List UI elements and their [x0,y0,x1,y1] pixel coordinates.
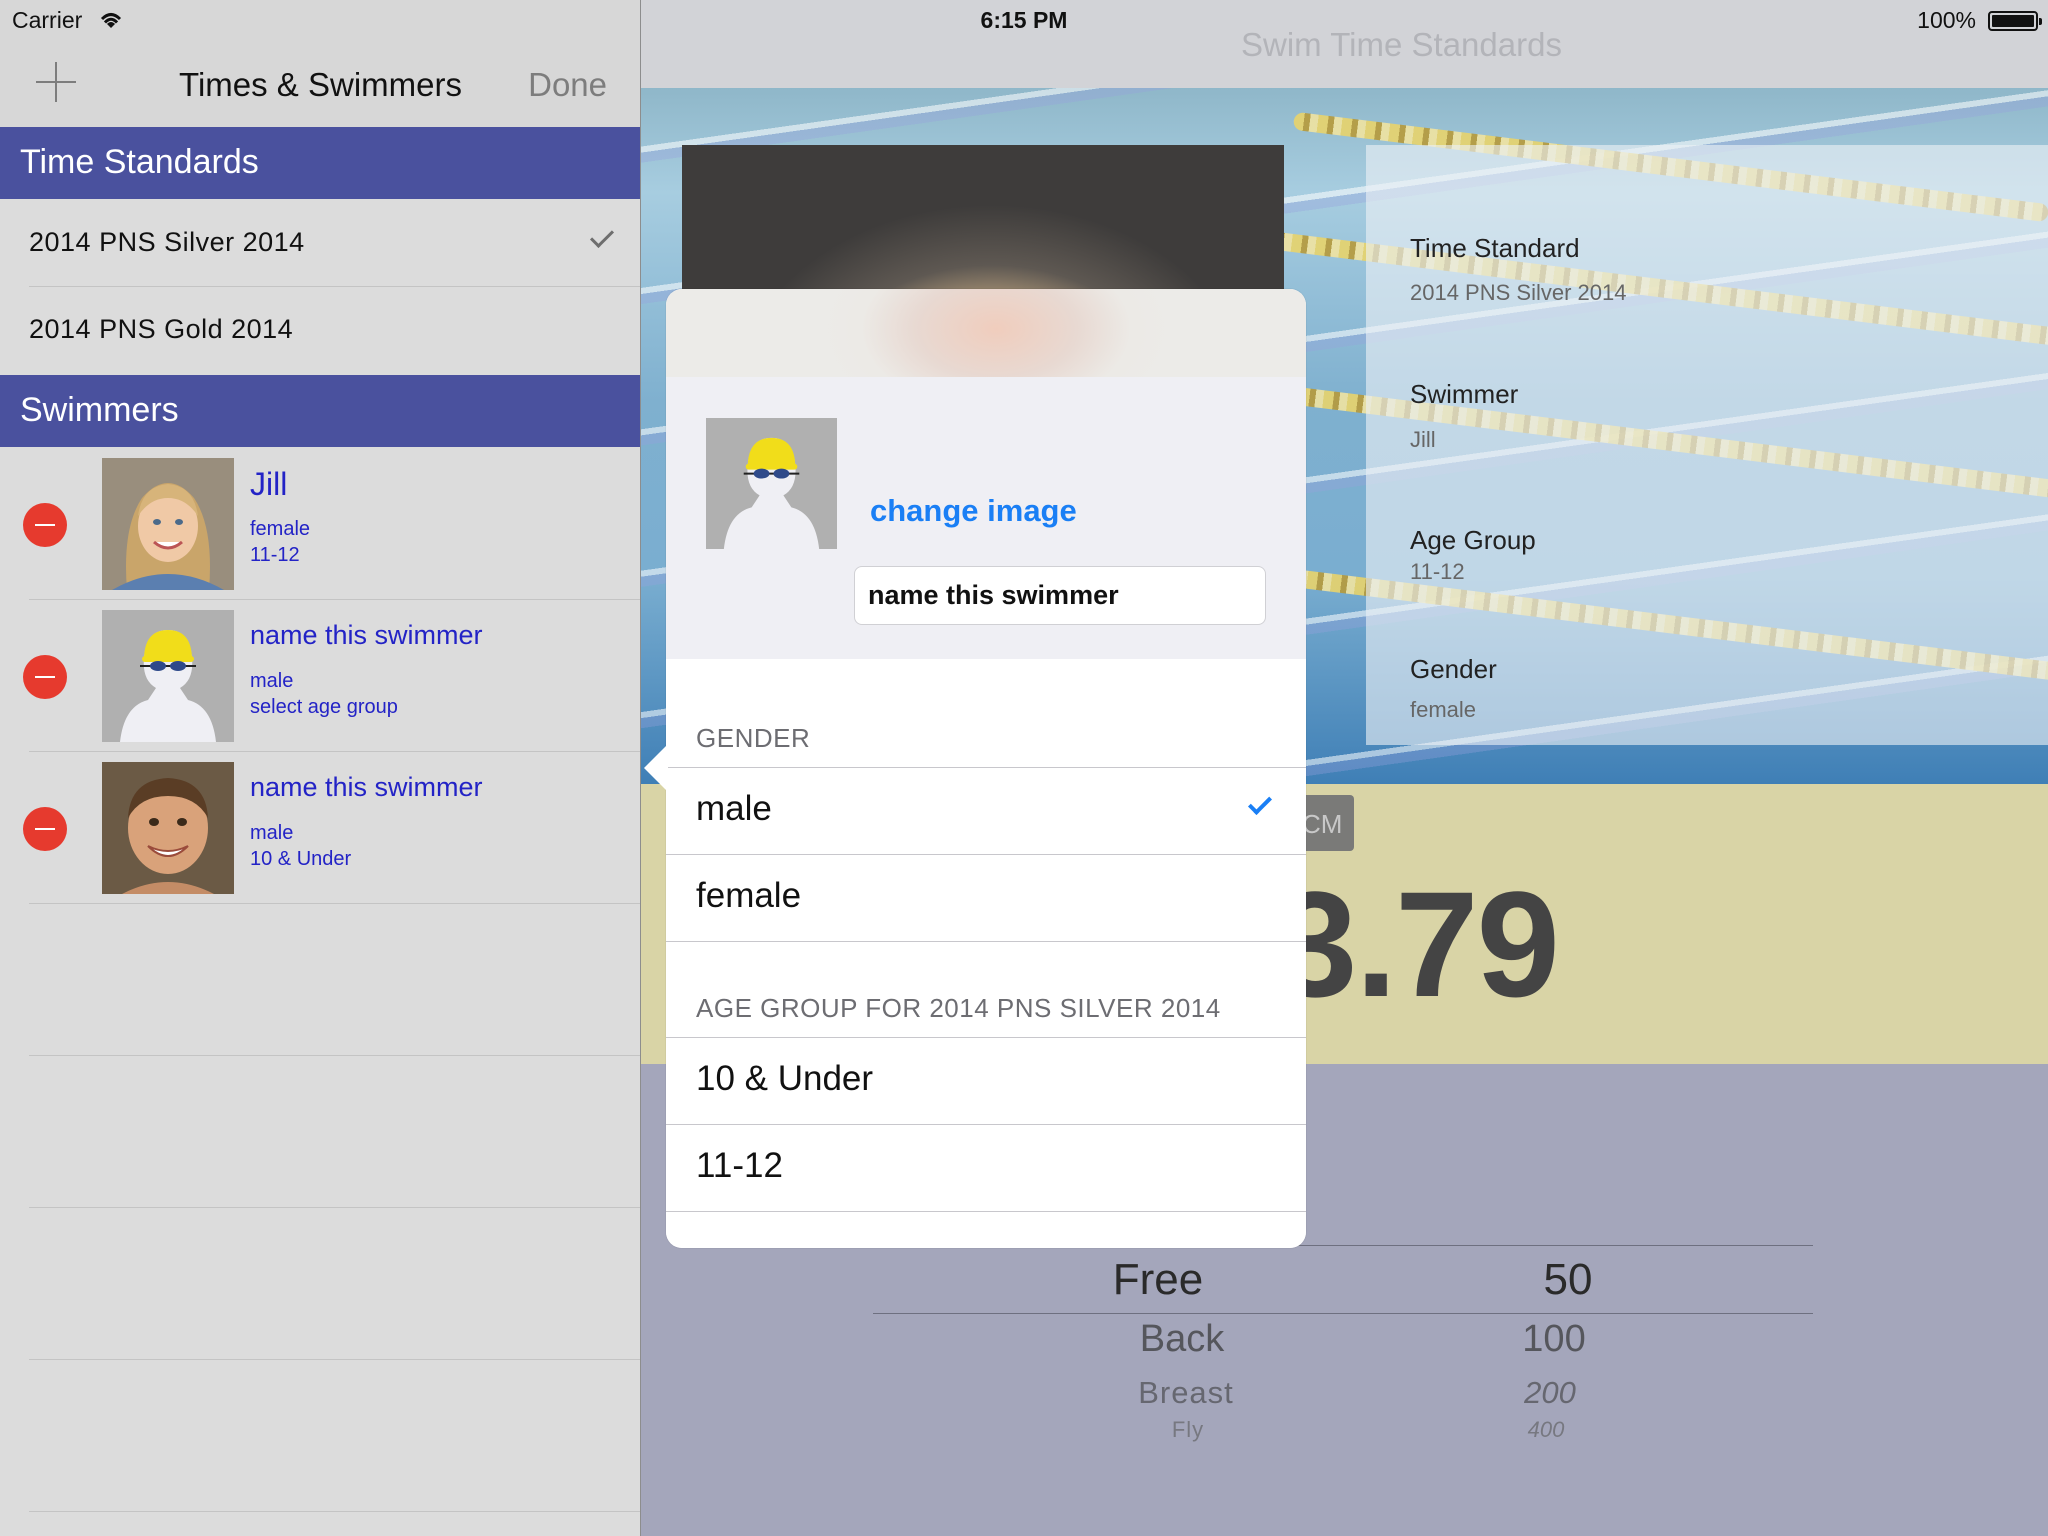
age-group-option[interactable]: 11-12 [666,1124,1306,1211]
swimmer-photo-thumbnail [102,762,234,894]
distance-picker-column[interactable]: 50 100 200 400 [1473,1245,1663,1460]
time-standard-row[interactable]: 2014 PNS Gold 2014 [0,287,640,374]
swimmer-age-group: 10 & Under [250,848,352,870]
swimmers-header: Swimmers [0,375,640,447]
gender-option-male[interactable]: male [666,767,1306,854]
status-bar: Carrier 6:15 PM 100% [0,0,2048,40]
checkmark-icon [1247,790,1273,816]
distance-option[interactable]: 200 [1455,1375,1645,1411]
picker-selection-line [873,1313,1813,1314]
row-divider [666,1124,1306,1125]
swimmer-placeholder-avatar[interactable] [705,418,838,549]
swimmer-gender: female [250,518,311,540]
time-standard-label: Time Standard [1410,233,1580,263]
change-image-button[interactable]: change image [870,493,1077,529]
time-standard-label: 2014 PNS Gold 2014 [29,314,294,344]
swimmer-age-group: 11-12 [250,544,300,566]
master-panel: Times & Swimmers Done Time Standards 201… [0,0,641,1536]
row-divider [666,854,1306,855]
course-toggle-button[interactable]: CM [1300,795,1354,851]
age-group-option-label: 10 & Under [696,1059,874,1098]
delete-icon[interactable] [23,503,67,547]
swimmer-gender: male [250,670,294,692]
battery-percent: 100% [1917,7,1976,33]
edit-swimmer-popover: change image GENDER male female AGE GROU… [666,289,1306,1248]
swimmer-name: name this swimmer [250,620,483,650]
swimmer-row[interactable]: name this swimmer male select age group [0,600,640,752]
row-divider [666,1211,1306,1212]
stroke-option[interactable]: Back [1047,1318,1317,1361]
gender-option-label: male [696,789,772,828]
row-divider [666,767,1306,768]
swimmer-label: Swimmer [1410,379,1519,409]
popover-arrow [644,744,668,792]
age-group-option-partial[interactable] [666,1211,1306,1248]
gender-value: female [1410,697,1477,722]
distance-option[interactable]: 400 [1451,1417,1641,1443]
swimmer-photo-thumbnail [102,458,234,590]
section-end-divider [666,941,1306,942]
delete-icon[interactable] [23,655,67,699]
row-divider [29,1359,640,1360]
done-button[interactable]: Done [528,66,607,104]
swimmer-name-field[interactable] [854,566,1266,625]
stroke-option[interactable]: Fly [1053,1417,1323,1443]
popover-blurred-backdrop [666,289,1306,377]
row-divider [29,1055,640,1056]
gender-option-female[interactable]: female [666,854,1306,941]
event-picker[interactable]: Free Back Breast Fly 50 100 200 400 [873,1245,1813,1460]
distance-option[interactable]: 100 [1459,1318,1649,1361]
swimmer-placeholder-avatar [102,610,234,742]
swimmer-name: name this swimmer [250,772,483,802]
clock: 6:15 PM [980,7,1068,33]
time-standards-header: Time Standards [0,127,640,199]
battery-icon [1988,11,2042,31]
stroke-option[interactable]: Free [1023,1255,1293,1305]
swimmer-row[interactable]: name this swimmer male 10 & Under [0,752,640,904]
age-group-option-label: 11-12 [696,1146,783,1185]
age-group-option[interactable]: 10 & Under [666,1037,1306,1124]
swimmer-value: Jill [1410,427,1436,452]
stroke-picker-column[interactable]: Free Back Breast Fly [1023,1245,1293,1460]
swimmer-age-group: select age group [250,696,398,718]
time-standard-row[interactable]: 2014 PNS Silver 2014 [0,200,640,287]
swimmer-photo[interactable] [682,145,1284,305]
row-divider [29,1511,640,1512]
swimmer-row[interactable]: Jill female 11-12 [0,448,640,600]
age-group-label: Age Group [1410,525,1536,555]
row-divider [29,1207,640,1208]
swimmer-name: Jill [250,466,288,502]
popover-options-list: GENDER male female AGE GROUP FOR 2014 PN… [666,659,1306,1248]
row-divider [29,903,640,904]
row-divider [666,1037,1306,1038]
info-panel: Time Standard 2014 PNS Silver 2014 Swimm… [1366,145,2048,745]
standard-time-display: 3.79 [1274,860,1560,1028]
distance-option[interactable]: 50 [1473,1255,1663,1305]
gender-section-header: GENDER [696,723,811,753]
row-divider [666,941,1306,942]
gender-label: Gender [1410,654,1497,684]
age-group-value: 11-12 [1410,559,1465,584]
age-group-section-header: AGE GROUP FOR 2014 PNS SILVER 2014 [696,993,1221,1023]
swimmer-gender: male [250,822,294,844]
time-standard-label: 2014 PNS Silver 2014 [29,227,305,257]
gender-option-label: female [696,876,802,915]
time-standard-value: 2014 PNS Silver 2014 [1410,280,1627,305]
stroke-option[interactable]: Breast [1051,1375,1321,1411]
checkmark-icon [589,223,615,249]
delete-icon[interactable] [23,807,67,851]
